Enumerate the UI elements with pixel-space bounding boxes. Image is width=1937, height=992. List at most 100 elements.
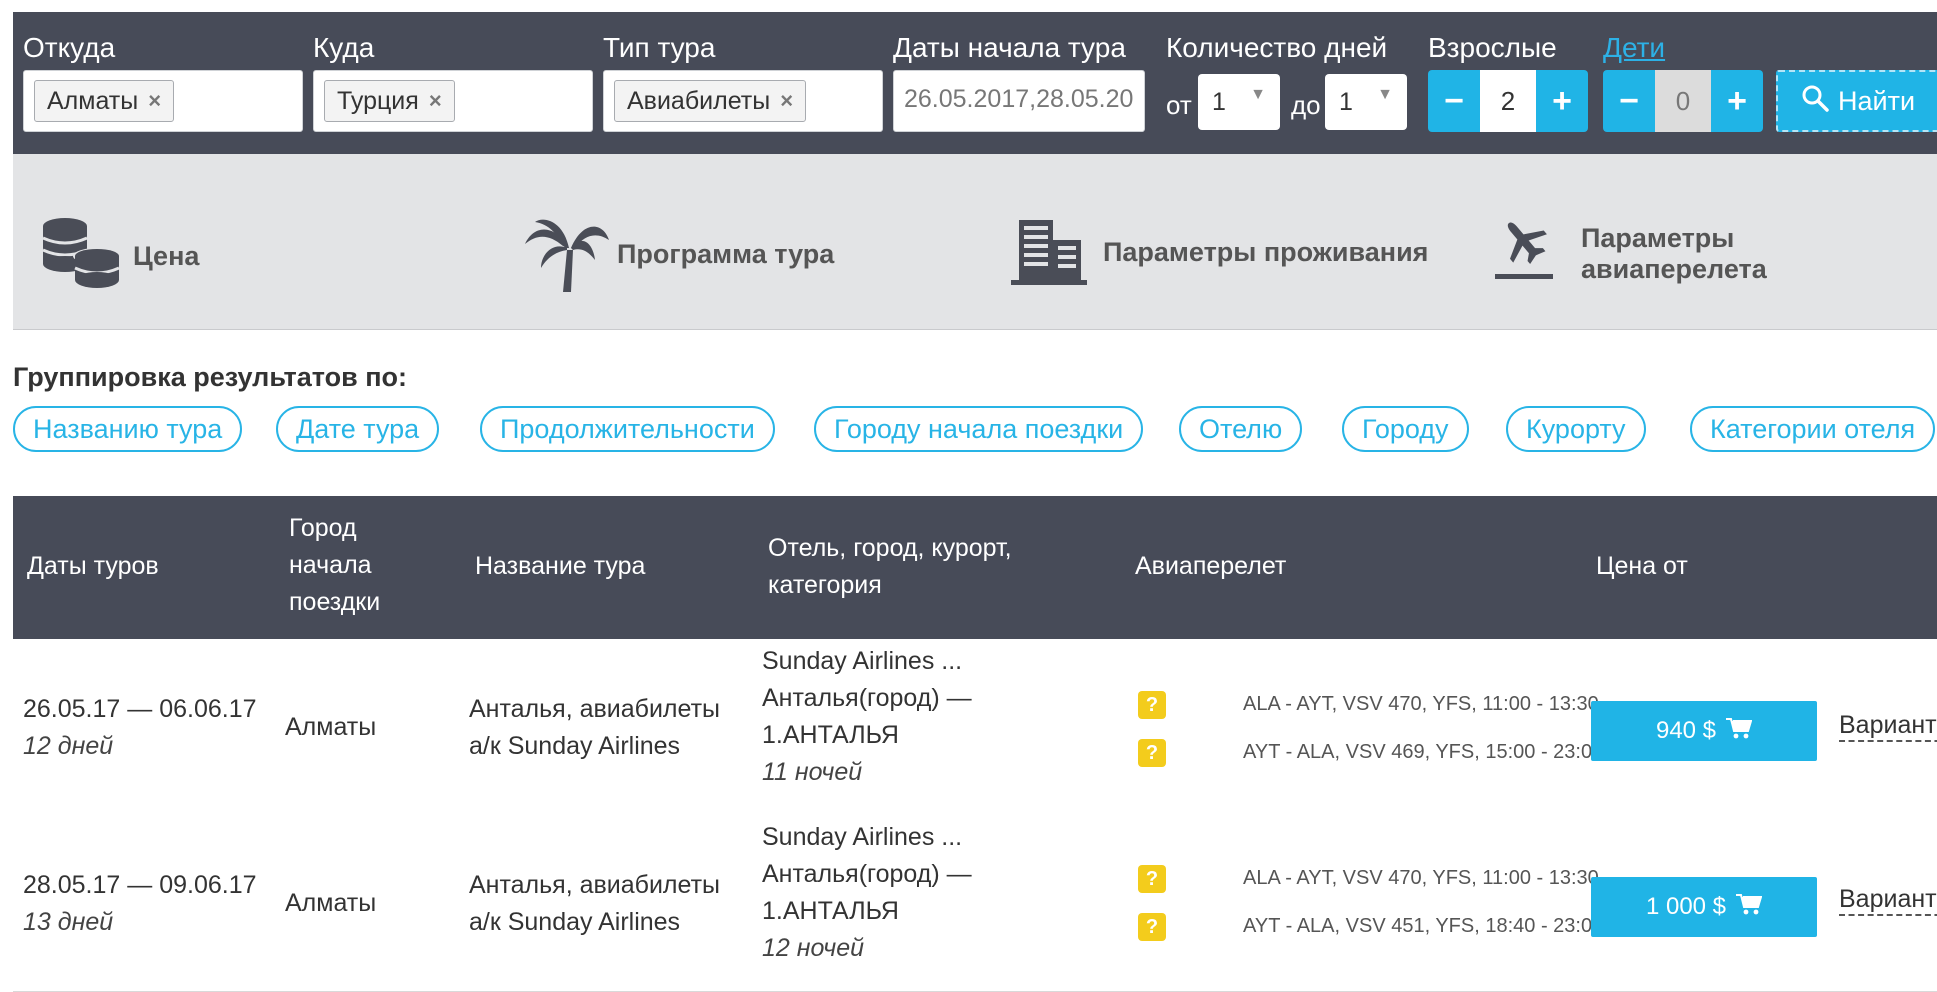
cart-icon (1726, 717, 1753, 746)
to-input[interactable]: Турция × (313, 70, 593, 132)
remove-to-icon[interactable]: × (429, 88, 442, 114)
chevron-down-icon: ▼ (1377, 86, 1393, 103)
adults-value[interactable]: 2 (1480, 70, 1536, 132)
row-date-range: 26.05.17 — 06.06.17 (23, 695, 257, 723)
filter-bar: Цена Программа тура Параметры проживания… (13, 154, 1937, 330)
row-days: 13 дней (23, 908, 114, 936)
children-minus-button[interactable]: − (1603, 70, 1655, 132)
help-icon[interactable]: ? (1138, 865, 1166, 893)
to-chip: Турция × (324, 80, 455, 122)
header-start-city-line1: Город (289, 514, 357, 542)
row-tour-name: Анталья, авиабилеты а/к Sunday Airlines (469, 867, 720, 941)
tour-type-input[interactable]: Авиабилеты × (603, 70, 883, 132)
filter-program[interactable]: Программа тура (523, 212, 834, 297)
filter-program-label: Программа тура (617, 239, 835, 269)
header-hotel: Отель, город, курорт, категория (768, 530, 1012, 604)
table-row: 26.05.17 — 06.06.17 12 дней Алматы Антал… (13, 639, 1937, 816)
header-hotel-line2: категория (768, 571, 882, 599)
remove-tour-type-icon[interactable]: × (780, 88, 793, 114)
children-label-link[interactable]: Дети (1603, 32, 1665, 64)
row-tour-name-line1: Анталья, авиабилеты (469, 695, 721, 723)
row-start-city: Алматы (285, 889, 377, 917)
row-tour-name-line2: а/к Sunday Airlines (469, 908, 681, 936)
from-chip-text: Алматы (47, 86, 139, 115)
days-to-label: до (1291, 90, 1321, 120)
remove-from-icon[interactable]: × (148, 88, 161, 114)
header-start-city-line2: начала (289, 551, 372, 579)
filter-flight-label-line2: авиаперелета (1581, 253, 1767, 284)
filter-flight-label-line1: Параметры (1581, 222, 1735, 253)
to-chip-text: Турция (337, 86, 419, 115)
airplane-icon (1493, 216, 1555, 291)
header-price: Цена от (1596, 552, 1688, 580)
filter-price-label: Цена (133, 241, 200, 271)
group-by-hotel[interactable]: Отелю (1179, 406, 1303, 452)
filter-accommodation-label: Параметры проживания (1103, 237, 1429, 267)
filter-accommodation[interactable]: Параметры проживания (1011, 214, 1428, 291)
header-start-city: Город начала поездки (289, 510, 380, 621)
price-button-label: 940 $ (1655, 717, 1717, 744)
children-plus-button[interactable]: + (1711, 70, 1763, 132)
dates-input[interactable]: 26.05.2017,28.05.20 (893, 70, 1145, 132)
row-hotel: Sunday Airlines ... Анталья(город) — 1.А… (762, 819, 972, 967)
adults-stepper: − 2 + (1428, 70, 1588, 132)
header-flight: Авиаперелет (1135, 552, 1287, 580)
days-to-select[interactable]: 1 ▼ (1325, 74, 1407, 130)
dates-label: Даты начала тура (893, 32, 1126, 63)
group-by-duration[interactable]: Продолжительности (480, 406, 775, 452)
price-button[interactable]: 940 $ (1591, 701, 1817, 761)
filter-price[interactable]: Цена (41, 216, 199, 297)
row-flight-out: ALA - AYT, VSV 470, YFS, 11:00 - 13:30 (1243, 693, 1599, 715)
building-icon (1011, 214, 1087, 291)
group-by-resort[interactable]: Курорту (1506, 406, 1646, 452)
group-by-start-city[interactable]: Городу начала поездки (814, 406, 1144, 452)
row-hotel-line1: Sunday Airlines ... (762, 647, 963, 675)
group-by-city[interactable]: Городу (1342, 406, 1469, 452)
tour-type-chip-text: Авиабилеты (627, 86, 771, 115)
filter-flight-label: Параметры авиаперелета (1581, 223, 1767, 285)
tour-type-label: Тип тура (603, 32, 716, 63)
tour-type-chip: Авиабилеты × (614, 80, 807, 122)
row-flight-back: AYT - ALA, VSV 469, YFS, 15:00 - 23:00 (1243, 741, 1604, 763)
variants-link[interactable]: Варианты (1839, 885, 1937, 916)
price-button-label: 1 000 $ (1645, 893, 1727, 920)
results-table-header: Даты туров Город начала поездки Название… (13, 496, 1937, 639)
price-button[interactable]: 1 000 $ (1591, 877, 1817, 937)
header-start-city-line3: поездки (289, 588, 381, 616)
row-flight-back: AYT - ALA, VSV 451, YFS, 18:40 - 23:00 (1243, 915, 1604, 937)
row-hotel-line2: Анталья(город) — (762, 860, 972, 888)
group-by-tour-date[interactable]: Дате тура (276, 406, 440, 452)
children-value[interactable]: 0 (1655, 70, 1711, 132)
row-hotel-line1: Sunday Airlines ... (762, 823, 963, 851)
children-stepper: − 0 + (1603, 70, 1763, 132)
group-by-hotel-category[interactable]: Категории отеля (1690, 406, 1936, 452)
help-icon[interactable]: ? (1138, 739, 1166, 767)
days-from-value: 1 (1212, 88, 1226, 116)
adults-minus-button[interactable]: − (1428, 70, 1480, 132)
row-hotel-line3: 1.АНТАЛЬЯ (762, 897, 899, 925)
row-hotel-line3: 1.АНТАЛЬЯ (762, 721, 899, 749)
adults-label: Взрослые (1428, 32, 1557, 63)
help-icon[interactable]: ? (1138, 913, 1166, 941)
row-date-range: 28.05.17 — 09.06.17 (23, 871, 257, 899)
cart-icon (1736, 893, 1763, 922)
search-bar: Откуда Алматы × Куда Турция × Тип тура А… (13, 12, 1937, 154)
row-tour-name-line1: Анталья, авиабилеты (469, 871, 721, 899)
header-dates: Даты туров (27, 552, 159, 580)
filter-flight[interactable]: Параметры авиаперелета (1493, 216, 1767, 291)
row-dates: 28.05.17 — 09.06.17 13 дней (23, 867, 257, 941)
adults-plus-button[interactable]: + (1536, 70, 1588, 132)
row-days: 12 дней (23, 732, 114, 760)
from-input[interactable]: Алматы × (23, 70, 303, 132)
days-from-select[interactable]: 1 ▼ (1198, 74, 1280, 130)
variants-link[interactable]: Варианты (1839, 711, 1937, 742)
row-tour-name: Анталья, авиабилеты а/к Sunday Airlines (469, 691, 720, 765)
row-nights: 11 ночей (762, 758, 863, 786)
group-by-tour-name[interactable]: Названию тура (13, 406, 243, 452)
from-label: Откуда (23, 32, 116, 63)
find-button[interactable]: Найти (1776, 70, 1937, 132)
row-hotel: Sunday Airlines ... Анталья(город) — 1.А… (762, 643, 972, 791)
help-icon[interactable]: ? (1138, 691, 1166, 719)
header-hotel-line1: Отель, город, курорт, (768, 534, 1012, 562)
table-row: 28.05.17 — 09.06.17 13 дней Алматы Антал… (13, 815, 1937, 992)
